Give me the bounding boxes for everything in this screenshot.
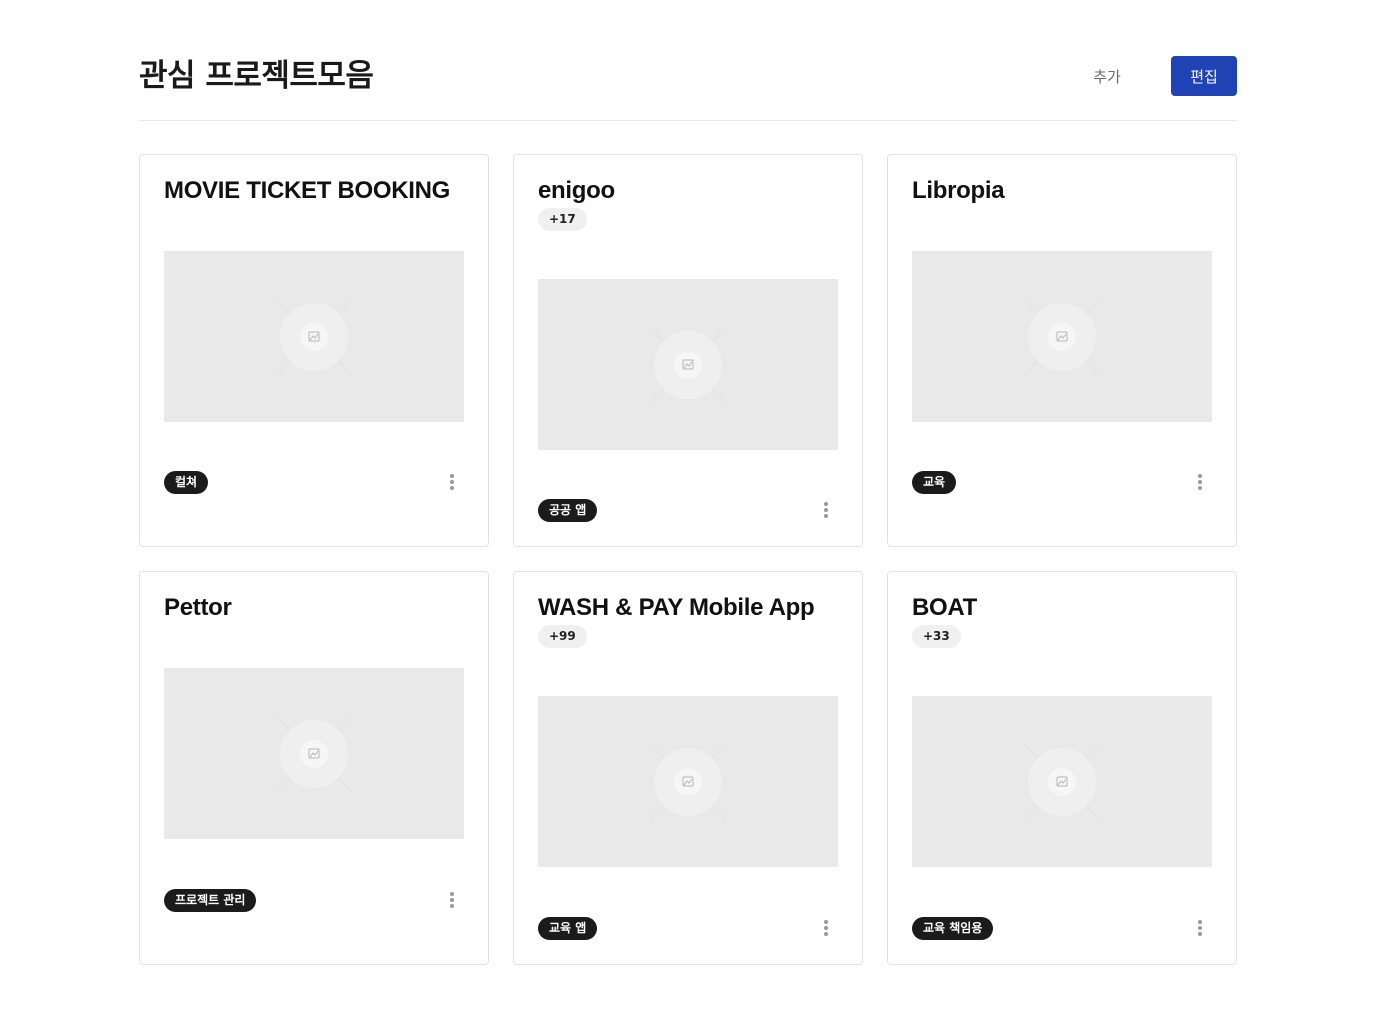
category-tag: 컬쳐: [164, 471, 209, 494]
project-card[interactable]: BOAT +33 교육 책임용: [887, 571, 1237, 965]
project-title[interactable]: enigoo: [538, 177, 615, 205]
project-thumbnail[interactable]: [164, 668, 464, 839]
project-title[interactable]: Pettor: [164, 594, 232, 622]
project-grid: MOVIE TICKET BOOKING 컬쳐 enigoo +17 공공 앱 …: [139, 154, 1237, 965]
count-badge: +99: [538, 625, 587, 648]
project-card[interactable]: Libropia 교육: [887, 154, 1237, 547]
image-placeholder-icon: [649, 743, 727, 821]
project-card[interactable]: WASH & PAY Mobile App +99 교육 앱: [513, 571, 863, 965]
image-placeholder-icon: [275, 298, 353, 376]
page-header: 관심 프로젝트모음 추가 편집: [139, 0, 1237, 121]
project-thumbnail[interactable]: [538, 696, 838, 867]
count-badge: +17: [538, 208, 587, 231]
project-thumbnail[interactable]: [538, 279, 838, 450]
project-thumbnail[interactable]: [164, 251, 464, 422]
project-thumbnail[interactable]: [912, 696, 1212, 867]
project-title[interactable]: BOAT: [912, 594, 977, 622]
project-card[interactable]: MOVIE TICKET BOOKING 컬쳐: [139, 154, 489, 547]
category-tag: 공공 앱: [538, 499, 598, 522]
project-card[interactable]: Pettor 프로젝트 관리: [139, 571, 489, 965]
project-thumbnail[interactable]: [912, 251, 1212, 422]
category-tag: 교육: [912, 471, 957, 494]
image-placeholder-icon: [1023, 743, 1101, 821]
image-placeholder-icon: [275, 715, 353, 793]
count-badge: +33: [912, 625, 961, 648]
more-vertical-icon[interactable]: [816, 916, 836, 940]
image-placeholder-icon: [1023, 298, 1101, 376]
more-vertical-icon[interactable]: [442, 888, 462, 912]
page: 관심 프로젝트모음 추가 편집 MOVIE TICKET BOOKING 컬쳐 …: [139, 0, 1237, 965]
more-vertical-icon[interactable]: [816, 498, 836, 522]
project-card[interactable]: enigoo +17 공공 앱: [513, 154, 863, 547]
project-title[interactable]: Libropia: [912, 177, 1005, 205]
edit-button[interactable]: 편집: [1171, 56, 1237, 96]
more-vertical-icon[interactable]: [1190, 470, 1210, 494]
project-title[interactable]: WASH & PAY Mobile App: [538, 594, 815, 622]
category-tag: 교육 앱: [538, 917, 598, 940]
project-title[interactable]: MOVIE TICKET BOOKING: [164, 177, 450, 205]
more-vertical-icon[interactable]: [442, 470, 462, 494]
image-placeholder-icon: [649, 326, 727, 404]
category-tag: 교육 책임용: [912, 917, 994, 940]
more-vertical-icon[interactable]: [1190, 916, 1210, 940]
add-button[interactable]: 추가: [1077, 60, 1137, 92]
category-tag: 프로젝트 관리: [164, 889, 257, 912]
page-title: 관심 프로젝트모음: [139, 58, 374, 94]
